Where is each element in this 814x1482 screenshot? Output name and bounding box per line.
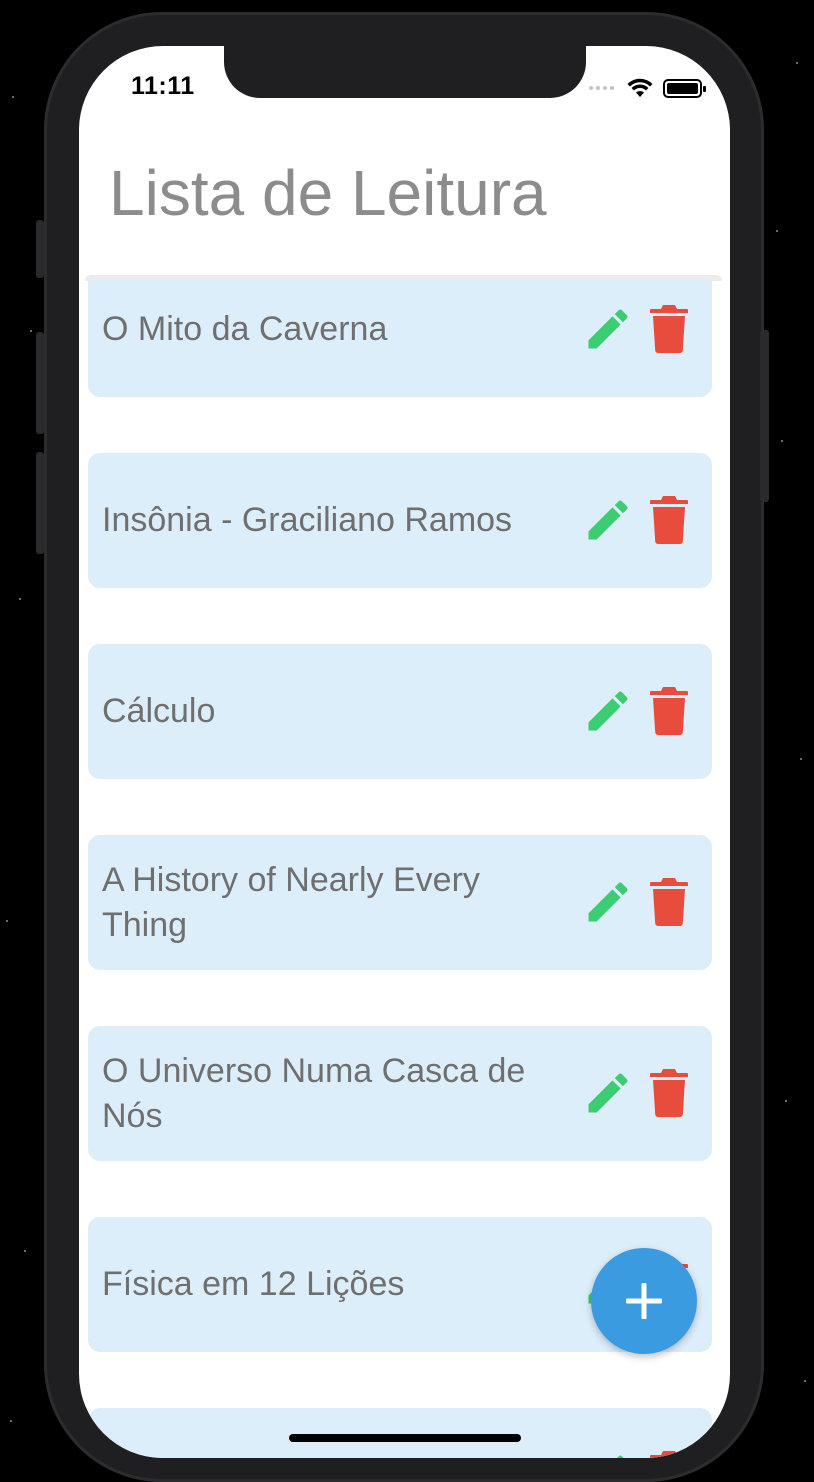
pencil-icon[interactable] [582,685,634,737]
book-title: A History of Nearly Every Thing [102,860,480,944]
book-title: O Universo Numa Casca de Nós [102,1051,526,1135]
volume-down-button [36,452,44,554]
trash-icon[interactable] [650,1451,688,1458]
book-title: Cálculo [102,692,216,730]
book-title: Insônia - Graciliano Ramos [102,501,513,539]
volume-up-button [36,332,44,434]
trash-icon[interactable] [650,305,688,353]
book-title: O Mito da Caverna [102,310,388,348]
wifi-icon [627,78,653,97]
trash-icon[interactable] [650,1069,688,1117]
book-title: Física em 12 Lições [102,1265,405,1303]
book-title [102,1408,572,1458]
home-indicator[interactable] [289,1434,521,1442]
cellular-signal-icon [589,86,614,90]
status-indicators [587,76,707,100]
notch [224,46,586,98]
pencil-icon[interactable] [582,1449,634,1458]
power-button [760,330,769,502]
list-item[interactable]: O Mito da Caverna [88,280,712,397]
app-screen: 11:11 Lista de Leitura O Mito da Caverna… [79,46,730,1458]
list-item[interactable]: Cálculo [88,644,712,779]
list-item[interactable]: Insônia - Graciliano Ramos [88,453,712,588]
trash-icon[interactable] [650,878,688,926]
list-item[interactable] [88,1408,712,1458]
battery-icon [663,79,706,98]
trash-icon[interactable] [650,496,688,544]
mute-switch [36,220,44,278]
status-time: 11:11 [131,72,195,100]
list-item[interactable]: A History of Nearly Every Thing [88,835,712,970]
pencil-icon[interactable] [582,876,634,928]
list-item[interactable]: O Universo Numa Casca de Nós [88,1026,712,1161]
page-title: Lista de Leitura [109,157,547,229]
trash-icon[interactable] [650,687,688,735]
pencil-icon[interactable] [582,494,634,546]
pencil-icon[interactable] [582,303,634,355]
plus-icon [626,1283,662,1319]
add-book-button[interactable] [591,1248,697,1354]
pencil-icon[interactable] [582,1067,634,1119]
